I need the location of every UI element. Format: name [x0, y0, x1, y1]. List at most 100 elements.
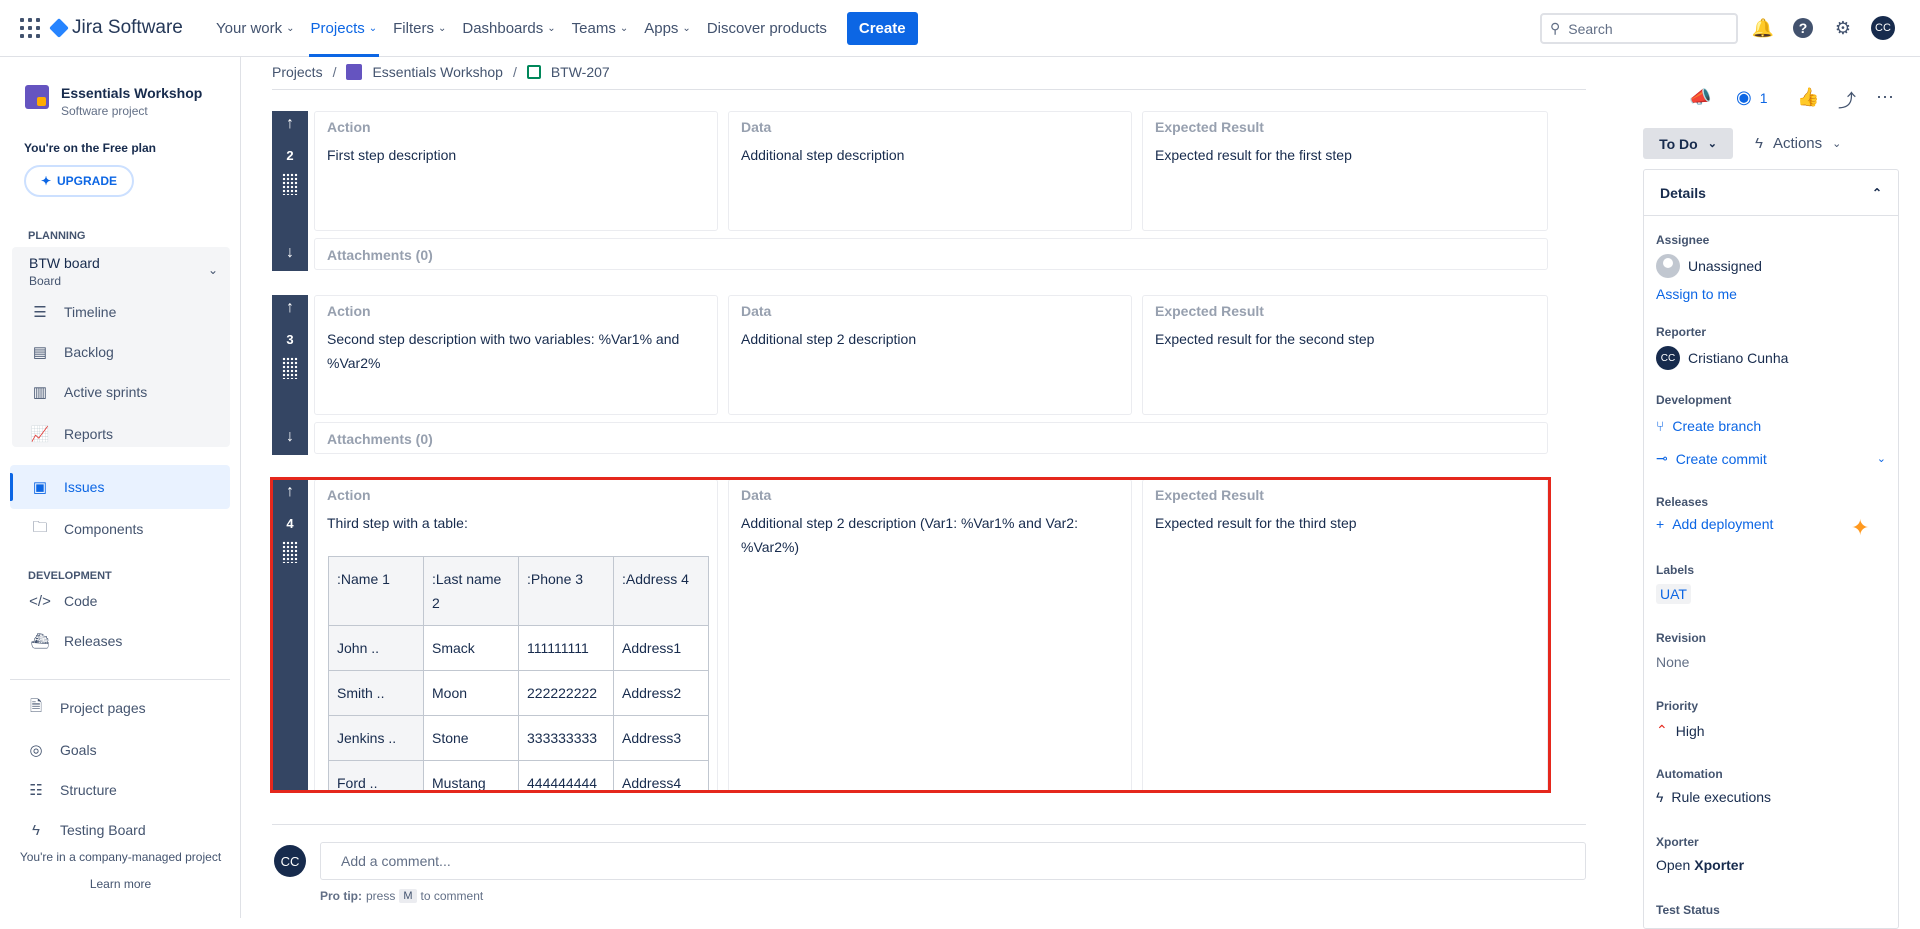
step-handle-bar[interactable]: ↑ 3 ↓	[272, 295, 308, 455]
automation-field[interactable]: ϟ Rule executions	[1656, 789, 1771, 805]
add-deployment-link[interactable]: + Add deployment	[1656, 516, 1773, 532]
chevron-down-icon: ⌄	[1707, 138, 1717, 150]
project-type: Software project	[61, 104, 148, 118]
breadcrumb: Projects / Essentials Workshop / BTW-207	[272, 64, 610, 80]
expected-header: Expected Result	[1155, 119, 1264, 135]
sidebar-item-backlog[interactable]: ▤ Backlog	[30, 340, 114, 364]
action-text: Second step description with two variabl…	[327, 331, 680, 371]
plus-icon: +	[1656, 516, 1665, 532]
assign-to-me-link[interactable]: Assign to me	[1656, 286, 1737, 302]
chevron-up-icon: ⌃	[1871, 185, 1882, 200]
data-cell[interactable]: Data Additional step description	[728, 111, 1132, 231]
attachments-row[interactable]: Attachments (0)	[314, 238, 1548, 270]
nav-dashboards[interactable]: Dashboards ⌄	[454, 0, 563, 57]
actions-dropdown[interactable]: ϟ Actions ⌄	[1755, 128, 1841, 159]
step-data-table: :Name 1 :Last name 2 :Phone 3 :Address 4…	[328, 556, 709, 790]
help-icon[interactable]: ?	[1791, 16, 1815, 40]
more-actions-icon[interactable]: ⋯	[1876, 87, 1894, 108]
table-cell: Mustang	[423, 760, 519, 790]
upgrade-button[interactable]: ✦ UPGRADE	[24, 165, 134, 197]
feedback-megaphone-icon[interactable]: 📣	[1689, 87, 1711, 108]
planning-section-label: PLANNING	[28, 230, 86, 242]
step-handle-bar[interactable]: ↑ 2 ↓	[272, 111, 308, 271]
watch-button[interactable]: ◉ 1	[1736, 87, 1768, 108]
details-panel: Details ⌃ Assignee Unassigned Assign to …	[1643, 169, 1899, 929]
create-branch-link[interactable]: ⑂ Create branch	[1656, 418, 1761, 434]
breadcrumb-separator: /	[332, 64, 337, 80]
table-cell: Smith ..	[328, 670, 424, 716]
nav-apps[interactable]: Apps ⌄	[636, 0, 699, 57]
nav-projects[interactable]: Projects ⌄	[303, 0, 386, 57]
move-up-arrow-icon[interactable]: ↑	[272, 115, 308, 133]
create-commit-link[interactable]: ⊸ Create commit ⌄	[1656, 450, 1886, 467]
action-cell[interactable]: Action First step description	[314, 111, 718, 231]
attachments-row[interactable]: Attachments (0)	[314, 422, 1548, 454]
breadcrumb-projects[interactable]: Projects	[272, 64, 323, 80]
sidebar-item-reports[interactable]: 📈 Reports	[30, 422, 113, 446]
move-up-arrow-icon[interactable]: ↑	[272, 299, 308, 317]
top-navigation: Jira Software Your work ⌄ Projects ⌄ Filte…	[0, 0, 1920, 57]
settings-gear-icon[interactable]: ⚙	[1831, 16, 1855, 40]
protip-label: Pro tip:	[320, 889, 362, 903]
table-cell: Ford ..	[328, 760, 424, 790]
learn-more-link[interactable]: Learn more	[0, 877, 241, 891]
expected-result-cell[interactable]: Expected Result Expected result for the …	[1142, 111, 1548, 231]
breadcrumb-issue-key[interactable]: BTW-207	[551, 64, 610, 80]
lightning-icon: ϟ	[1656, 789, 1664, 805]
label-tag[interactable]: UAT	[1656, 584, 1691, 604]
chevron-down-icon: ⌄	[682, 23, 691, 34]
expected-result-cell[interactable]: Expected Result Expected result for the …	[1142, 295, 1548, 415]
data-cell[interactable]: Data Additional step 2 description	[728, 295, 1132, 415]
development-label: Development	[1656, 393, 1732, 407]
ai-sparkle-icon[interactable]: ✦	[1851, 515, 1869, 541]
nav-discover-products[interactable]: Discover products	[699, 0, 835, 57]
app-switcher-icon[interactable]	[20, 18, 40, 38]
move-down-arrow-icon[interactable]: ↓	[272, 244, 308, 262]
reporter-field[interactable]: CC Cristiano Cunha	[1656, 346, 1788, 370]
xporter-label: Xporter	[1656, 835, 1699, 849]
drag-handle-icon[interactable]	[282, 357, 298, 379]
user-avatar[interactable]: CC	[1871, 16, 1895, 40]
nav-your-work[interactable]: Your work ⌄	[208, 0, 303, 57]
search-input[interactable]: ⚲ Search	[1540, 13, 1738, 44]
nav-teams[interactable]: Teams ⌄	[564, 0, 637, 57]
step-table-clip: :Name 1 :Last name 2 :Phone 3 :Address 4…	[0, 479, 1920, 790]
create-button[interactable]: Create	[846, 12, 918, 45]
header-divider	[272, 89, 1586, 90]
drag-handle-icon[interactable]	[282, 173, 298, 195]
thumbs-up-icon[interactable]: 👍	[1797, 87, 1819, 108]
sidebar-item-active-sprints[interactable]: ▥ Active sprints	[30, 380, 147, 404]
test-step-3: ↑ 3 ↓ Action Second step description wit…	[272, 295, 1550, 455]
table-cell: 333333333	[518, 715, 614, 761]
share-icon[interactable]: ⤴	[1838, 87, 1856, 113]
issue-type-icon	[526, 65, 541, 79]
sidebar-item-testing-board[interactable]: ϟ Testing Board	[26, 818, 146, 842]
details-header[interactable]: Details ⌃	[1644, 170, 1898, 216]
sidebar-item-timeline[interactable]: ☰ Timeline	[30, 300, 116, 324]
action-header: Action	[327, 303, 371, 319]
nav-filters[interactable]: Filters ⌄	[385, 0, 454, 57]
status-dropdown[interactable]: To Do ⌄	[1643, 128, 1733, 159]
protip-press: press	[366, 889, 396, 903]
open-xporter-link[interactable]: Open Xporter	[1656, 857, 1744, 873]
action-cell[interactable]: Action Second step description with two …	[314, 295, 718, 415]
board-name[interactable]: BTW board	[29, 255, 100, 271]
revision-value[interactable]: None	[1656, 654, 1689, 670]
move-down-arrow-icon[interactable]: ↓	[272, 428, 308, 446]
action-header: Action	[327, 119, 371, 135]
comment-input[interactable]: Add a comment...	[320, 842, 1586, 880]
priority-field[interactable]: ⌃ High	[1656, 722, 1705, 739]
breadcrumb-project[interactable]: Essentials Workshop	[372, 64, 502, 80]
jira-logo[interactable]: Jira Software	[49, 17, 183, 39]
assignee-field[interactable]: Unassigned	[1656, 254, 1762, 278]
table-cell: Address2	[613, 670, 709, 716]
step-number: 2	[286, 148, 294, 163]
automation-label: Automation	[1656, 767, 1723, 781]
notifications-icon[interactable]: 🔔	[1751, 16, 1775, 40]
project-header[interactable]: Essentials Workshop Software project	[25, 85, 202, 118]
chevron-down-icon: ⌄	[437, 23, 447, 34]
chevron-down-icon[interactable]: ⌄	[208, 263, 218, 277]
chevron-down-icon: ⌄	[619, 23, 629, 34]
expected-text: Expected result for the second step	[1155, 331, 1375, 347]
labels-field[interactable]: UAT	[1656, 584, 1691, 604]
